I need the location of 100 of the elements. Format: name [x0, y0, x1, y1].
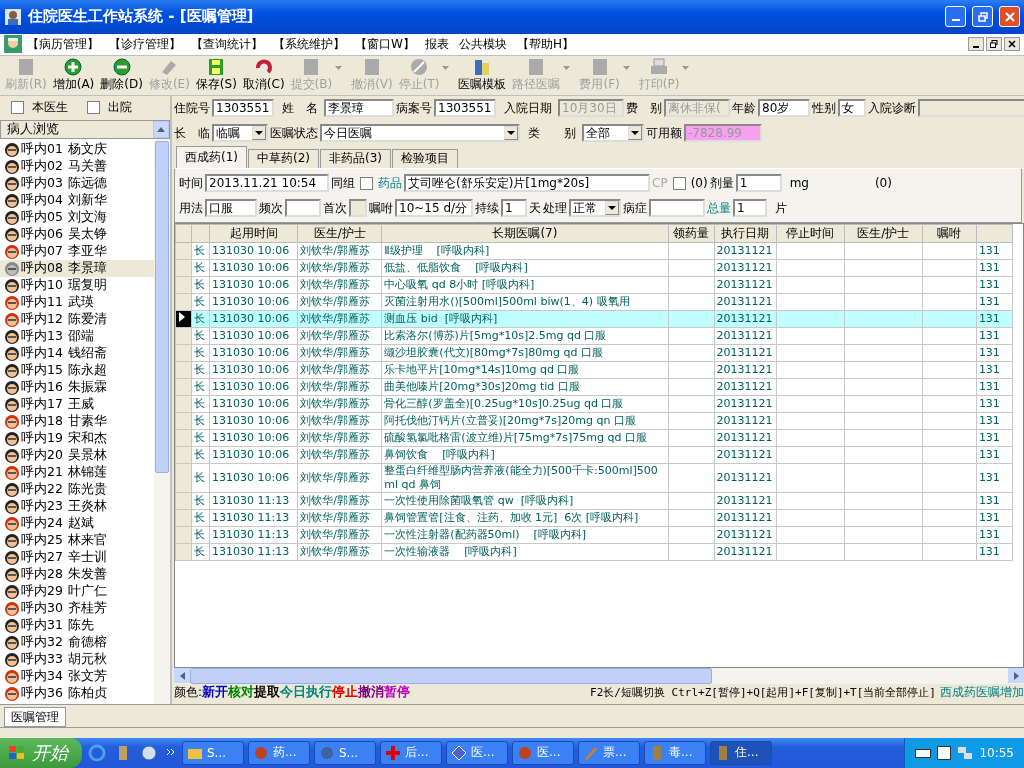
tab[interactable]: 检验项目 — [392, 148, 458, 168]
column-header[interactable]: 停止时间 — [776, 224, 845, 243]
column-header[interactable]: 领药量 — [668, 224, 715, 243]
taskbar-button[interactable]: 后... — [380, 741, 442, 765]
frequency-field[interactable] — [285, 199, 321, 218]
menu-item[interactable]: 【帮助H】 — [511, 35, 579, 53]
patient-item[interactable]: 呼内30 齐桂芳 — [0, 599, 154, 617]
column-header[interactable]: 嘱咐 — [922, 224, 977, 243]
patient-item[interactable]: 呼内22 陈光贵 — [0, 480, 154, 498]
menu-item[interactable]: 公共模块 — [453, 35, 512, 53]
disc-icon[interactable] — [140, 744, 158, 762]
patient-item[interactable]: 呼内20 吴景林 — [0, 446, 154, 464]
menu-item[interactable]: 【查询统计】 — [186, 35, 268, 53]
category-dropdown[interactable]: 全部 — [582, 124, 644, 143]
patient-item[interactable]: 呼内15 陈永超 — [0, 361, 154, 379]
diagnosis-field[interactable] — [918, 99, 1024, 118]
patient-item[interactable]: 呼内01 杨文庆 — [0, 140, 154, 158]
time-field[interactable]: 2013.11.21 10:54 — [205, 174, 329, 193]
instruction-field[interactable]: 10~15 d/分 — [395, 199, 473, 218]
symptom-field[interactable] — [649, 199, 705, 218]
order-status-dropdown[interactable]: 今日医嘱 — [320, 124, 520, 143]
patient-item[interactable]: 呼内10 琚复明 — [0, 276, 154, 294]
toolbar-button[interactable]: 删除(D) — [97, 57, 146, 93]
taskbar-button[interactable]: 毒... — [644, 741, 706, 765]
restore-button[interactable] — [986, 37, 1002, 52]
taskbar-button[interactable]: S... — [314, 741, 376, 765]
menu-item[interactable]: 【病历管理】 — [22, 35, 104, 53]
patient-item[interactable]: 呼内07 李亚华 — [0, 242, 154, 260]
patient-item[interactable]: 呼内08 李景璋 — [0, 259, 154, 277]
sex-field[interactable]: 女 — [838, 99, 866, 118]
table-cell: 长 — [191, 293, 210, 311]
minimize-button[interactable] — [968, 37, 984, 52]
admission-number-field[interactable]: 1303551 — [212, 99, 274, 118]
patient-item[interactable]: 呼内14 钱绍斋 — [0, 344, 154, 362]
patient-item[interactable]: 呼内19 宋和杰 — [0, 429, 154, 447]
patient-item[interactable]: 呼内13 邵端 — [0, 327, 154, 345]
patient-item[interactable]: 呼内12 陈爱清 — [0, 310, 154, 328]
menu-item[interactable]: 报表 — [419, 35, 454, 53]
taskbar-button[interactable]: 票... — [578, 741, 640, 765]
patient-item[interactable]: 呼内23 王炎林 — [0, 497, 154, 515]
patient-item[interactable]: 呼内32 俞德榕 — [0, 633, 154, 651]
patient-item[interactable]: 呼内27 辛士训 — [0, 548, 154, 566]
patient-item[interactable]: 呼内05 刘文海 — [0, 208, 154, 226]
case-number-field[interactable]: 1303551 — [434, 99, 496, 118]
tab[interactable]: 西成药(1) — [176, 145, 247, 168]
toolbar-button[interactable]: 医嘱模板 — [455, 57, 510, 93]
column-header[interactable]: 长期医嘱(7) — [381, 224, 669, 243]
total-field[interactable]: 1 — [733, 199, 767, 218]
toolbar-button[interactable]: 取消(C) — [239, 57, 288, 93]
taskbar-button[interactable]: 医... — [446, 741, 508, 765]
patient-item[interactable]: 呼内11 武瑛 — [0, 293, 154, 311]
menu-item[interactable]: 【诊疗管理】 — [104, 35, 186, 53]
patient-item[interactable]: 呼内02 马关善 — [0, 157, 154, 175]
menu-item[interactable]: 【窗口W】 — [350, 35, 420, 53]
patient-item[interactable]: 呼内16 朱振霖 — [0, 378, 154, 396]
name-field[interactable]: 李景璋 — [324, 99, 394, 118]
filter-checkbox[interactable]: 本医生 — [8, 99, 68, 117]
column-header[interactable]: 执行日期 — [714, 224, 777, 243]
first-dose-field[interactable] — [349, 199, 367, 218]
patient-item[interactable]: 呼内06 吴太铮 — [0, 225, 154, 243]
tab[interactable]: 非药品(3) — [320, 148, 391, 168]
drug-field[interactable]: 艾司唑仑(舒乐安定)片[1mg*20s] — [404, 174, 650, 193]
toolbar-button[interactable]: 增加(A) — [49, 57, 98, 93]
toolbar-button[interactable]: 保存(S) — [192, 57, 240, 93]
patient-item[interactable]: 呼内28 朱发善 — [0, 565, 154, 583]
patient-item[interactable]: 呼内31 陈先 — [0, 616, 154, 634]
scroll-up-button[interactable] — [153, 120, 169, 138]
column-header[interactable]: 医生/护士 — [844, 224, 923, 243]
tab[interactable]: 中草药(2) — [248, 148, 319, 168]
order-term-dropdown[interactable]: 临嘱 — [212, 124, 268, 143]
patient-item[interactable]: 呼内25 林来官 — [0, 531, 154, 549]
patient-item[interactable]: 呼内29 叶广仁 — [0, 582, 154, 600]
taskbar-button[interactable]: 药... — [248, 741, 310, 765]
patient-item[interactable]: 呼内24 赵斌 — [0, 514, 154, 532]
patient-item[interactable]: 呼内36 陈柏贞 — [0, 684, 154, 702]
patient-item[interactable]: 呼内34 张文芳 — [0, 667, 154, 685]
patient-item[interactable]: 呼内33 胡元秋 — [0, 650, 154, 668]
menu-item[interactable]: 【系统维护】 — [268, 35, 350, 53]
age-field[interactable]: 80岁 — [758, 99, 810, 118]
scrollbar[interactable] — [154, 138, 170, 705]
dose-field[interactable]: 1 — [735, 174, 782, 193]
usage-field[interactable]: 口服 — [205, 199, 257, 218]
taskbar-button[interactable]: 住... — [710, 741, 772, 765]
column-header[interactable]: 医生/护士 — [297, 224, 382, 243]
close-button[interactable] — [1004, 37, 1020, 52]
patient-item[interactable]: 呼内04 刘新华 — [0, 191, 154, 209]
taskbar-button[interactable]: S... — [182, 741, 244, 765]
duration-field[interactable]: 1 — [501, 199, 527, 218]
patient-item[interactable]: 呼内17 王威 — [0, 395, 154, 413]
filter-checkbox[interactable]: 出院 — [84, 99, 132, 117]
taskbar-button[interactable]: 医... — [512, 741, 574, 765]
group-checkbox[interactable] — [360, 176, 373, 190]
patient-item[interactable]: 呼内18 甘素华 — [0, 412, 154, 430]
tab[interactable]: 医嘱管理 — [4, 707, 66, 727]
column-header[interactable]: 起用时间 — [209, 224, 298, 243]
handling-dropdown[interactable]: 正常 — [569, 199, 621, 218]
patient-item[interactable]: 呼内03 陈远德 — [0, 174, 154, 192]
patient-item[interactable]: 呼内21 林锦莲 — [0, 463, 154, 481]
cp-checkbox[interactable] — [672, 176, 686, 190]
table-cell: 131 — [976, 293, 1013, 311]
